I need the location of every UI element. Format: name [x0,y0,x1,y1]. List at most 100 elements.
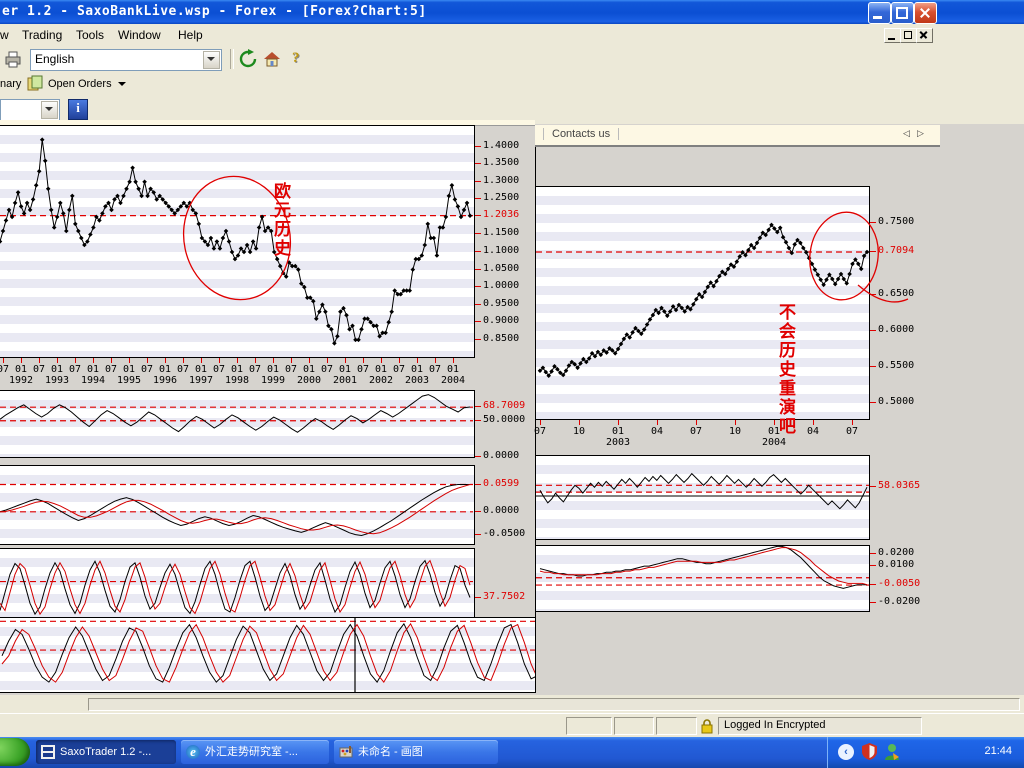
language-combo[interactable]: English [30,49,222,71]
tab-scroll-left-icon[interactable]: ◁ [903,128,910,139]
year-label: 1997 [188,375,214,386]
date-tick [237,358,238,363]
symbol-combo[interactable] [0,99,60,121]
close-button[interactable] [914,2,937,24]
date-tick [327,358,328,363]
date-label: 10 [728,426,742,437]
open-orders-dropdown-icon[interactable] [118,82,126,90]
year-label: 1993 [44,375,70,386]
tray-collapse-icon[interactable]: ‹ [838,744,854,760]
restore-button[interactable] [891,2,914,24]
year-label: 1992 [8,375,34,386]
year-label: 2001 [332,375,358,386]
scale-tick [475,533,481,535]
date-tick [75,358,76,363]
date-label: 01 [446,364,460,375]
refresh-icon[interactable] [238,49,258,69]
date-tick [774,420,775,425]
date-tick [618,420,619,425]
right-price-chart[interactable] [535,186,909,420]
date-tick [363,358,364,363]
date-tick [273,358,274,363]
scale-tick [475,163,481,165]
scale-label: -0.0050 [878,577,921,589]
date-label: 01 [374,364,388,375]
scale-label: 1.1500 [483,227,520,239]
taskbar: SaxoTrader 1.2 -... e 外汇走势研究室 -... 未命名 -… [0,737,1024,768]
scale-label: 50.0000 [483,413,526,425]
left-macd-panel[interactable] [0,465,475,545]
saxobank-icon [41,745,55,759]
tab-contacts-us[interactable]: Contacts us [543,128,620,140]
scale-label: 0.6500 [878,287,915,299]
date-label: 07 [212,364,226,375]
date-label: 01 [158,364,172,375]
date-label: 07 [689,426,703,437]
scroll-strip [0,695,1024,713]
left-price-scale: 1.4000 1.3500 1.3000 1.2500 1.2036 1.1500 1.10… [475,125,535,358]
date-tick [57,358,58,363]
security-shield-icon[interactable] [862,743,877,760]
year-label: 2004 [440,375,466,386]
date-label: 07 [140,364,154,375]
date-label: 01 [230,364,244,375]
help-icon[interactable]: ? [292,50,300,67]
right-macd-panel[interactable] [535,545,870,612]
print-icon[interactable] [3,49,23,69]
open-orders-tab[interactable]: Open Orders [48,78,112,90]
scale-label: 0.5500 [878,360,915,372]
date-label: 07 [533,426,547,437]
scale-tick [475,145,481,147]
tab-scroll-right-icon[interactable]: ▷ [917,128,924,139]
date-label: 01 [122,364,136,375]
left-rsi-panel[interactable] [0,390,475,458]
scale-tick [475,406,481,408]
scale-tick [870,583,876,585]
scale-tick [475,198,481,200]
menu-item-help[interactable]: Help [172,27,209,43]
summary-tab-cutoff[interactable]: nary [0,78,21,90]
scale-label: 1.1000 [483,245,520,257]
scale-label: 1.0000 [483,280,520,292]
date-tick [345,358,346,363]
mdi-minimize-button[interactable] [884,28,901,43]
start-button[interactable] [0,738,30,766]
scale-label: 0.0200 [878,546,915,558]
symbol-dropdown-button[interactable] [41,101,58,119]
menu-item-tools[interactable]: Tools [70,27,110,43]
scale-tick [475,286,481,288]
home-icon[interactable] [262,49,282,69]
scale-tick [870,486,876,488]
status-bar: Logged In Encrypted [0,713,1024,738]
left-price-chart[interactable] [0,125,475,358]
language-dropdown-button[interactable] [203,51,220,69]
scale-label: 0.5000 [878,396,915,408]
mdi-restore-button[interactable] [900,28,917,43]
taskbar-item-paint[interactable]: 未命名 - 画图 [334,740,498,764]
taskbar-item-saxotrader[interactable]: SaxoTrader 1.2 -... [36,740,176,764]
menu-bar: w Trading Tools Window Help [0,24,1024,46]
horizontal-scrollbar[interactable] [88,698,1020,711]
open-orders-icon [27,75,43,91]
menu-item-trading[interactable]: Trading [16,27,68,43]
left-stochastic-panel[interactable] [0,548,475,626]
mdi-close-button[interactable] [916,28,933,43]
desktop: er 1.2 - SaxoBankLive.wsp - Forex - [For… [0,0,1024,768]
date-label: 01 [266,364,280,375]
minimize-button[interactable] [868,2,891,24]
year-label: 2003 [605,437,631,448]
menu-item-cutoff[interactable]: w [0,27,15,43]
system-tray: ‹ 21:44 [827,737,1024,768]
right-date-axis: 07 10 01 2003 04 07 10 01 2004 04 07 [533,420,870,453]
info-button[interactable]: i [68,99,88,120]
scale-tick [475,321,481,323]
date-tick [219,358,220,363]
right-rsi-panel[interactable] [535,455,870,540]
messenger-icon[interactable] [884,743,900,761]
menu-item-window[interactable]: Window [112,27,167,43]
date-tick [255,358,256,363]
chevron-down-icon [207,57,215,65]
title-bar[interactable]: er 1.2 - SaxoBankLive.wsp - Forex - [For… [0,0,1024,24]
clock[interactable]: 21:44 [984,745,1012,757]
taskbar-item-browser[interactable]: e 外汇走势研究室 -... [181,740,329,764]
